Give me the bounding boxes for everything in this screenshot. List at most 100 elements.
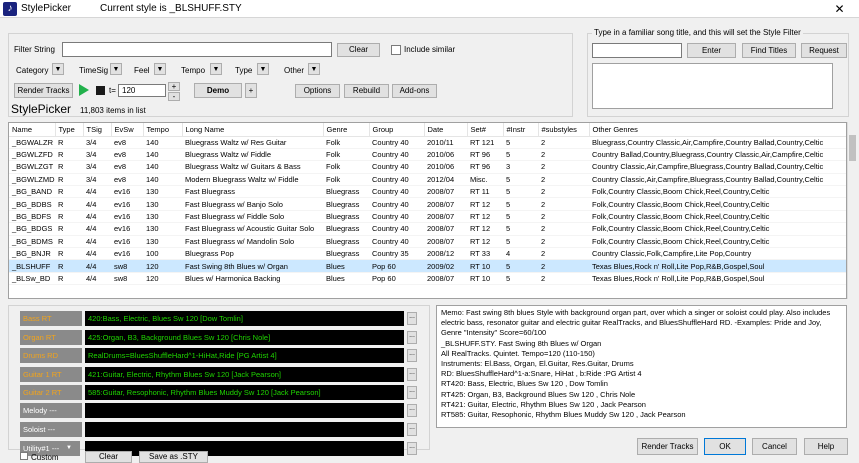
table-cell: _BG_BDFS — [9, 210, 55, 224]
ok-button[interactable]: OK — [704, 438, 746, 455]
track-browse-button[interactable]: ... — [407, 368, 417, 381]
track-label[interactable]: Melody --- — [20, 403, 82, 418]
tempo-plus-button[interactable]: + — [168, 82, 180, 91]
stop-icon[interactable] — [96, 86, 105, 95]
track-browse-button[interactable]: ... — [407, 386, 417, 399]
column-header[interactable]: Tempo — [143, 123, 183, 137]
song-title-input[interactable] — [592, 43, 682, 58]
find-titles-button[interactable]: Find Titles — [742, 43, 796, 58]
table-row[interactable]: _BG_BDFS R 4/4 ev16 130 Fast Bluegrass w/ Fid… — [9, 210, 846, 224]
render-tracks-footer-button[interactable]: Render Tracks — [637, 438, 698, 455]
other-dropdown-icon[interactable]: ▼ — [308, 63, 320, 75]
track-value[interactable] — [85, 403, 404, 418]
table-cell: 130 — [143, 185, 182, 199]
column-header[interactable]: #substyles — [538, 123, 590, 137]
tempo-minus-button[interactable]: - — [168, 92, 180, 101]
options-button[interactable]: Options — [295, 84, 340, 98]
track-browse-button[interactable]: ... — [407, 312, 417, 325]
song-results-list[interactable] — [592, 63, 833, 109]
table-row[interactable]: _BG_BAND R 4/4 ev16 130 Fast Bluegrass Bluegra… — [9, 185, 846, 199]
filter-clear-button[interactable]: Clear — [337, 43, 380, 57]
type-dropdown-icon[interactable]: ▼ — [257, 63, 269, 75]
track-value[interactable]: 421:Guitar, Electric, Rhythm Blues Sw 12… — [85, 367, 404, 382]
memo-line: Memo: Fast swing 8th blues Style with ba… — [441, 308, 831, 338]
column-header[interactable]: Genre — [323, 123, 370, 137]
timesig-dropdown-icon[interactable]: ▼ — [110, 63, 122, 75]
memo-line: RT585: Guitar, Resophonic, Rhythm Blues … — [441, 410, 686, 420]
feel-dropdown-icon[interactable]: ▼ — [154, 63, 166, 75]
track-value[interactable] — [85, 441, 404, 456]
column-header[interactable]: Type — [55, 123, 84, 137]
table-row[interactable]: _BGWLZMD R 3/4 ev8 140 Modern Bluegrass Waltz… — [9, 173, 846, 187]
request-button[interactable]: Request — [801, 43, 847, 58]
table-row[interactable]: _BGWLZFD R 3/4 ev8 140 Bluegrass Waltz w/ Fid… — [9, 148, 846, 162]
demo-plus-button[interactable]: + — [245, 83, 257, 98]
track-value[interactable]: RealDrums=BluesShuffleHard^1-HiHat,Ride … — [85, 348, 404, 363]
utility-dropdown-icon[interactable]: ▼ — [66, 445, 72, 451]
column-header[interactable]: Long Name — [182, 123, 324, 137]
track-browse-button[interactable]: ... — [407, 349, 417, 362]
table-row[interactable]: _BGWLZGT R 3/4 ev8 140 Bluegrass Waltz w/ Gui… — [9, 160, 846, 174]
play-icon[interactable] — [79, 84, 89, 96]
table-row[interactable]: _BGWALZR R 3/4 ev8 140 Bluegrass Waltz w/ Res… — [9, 136, 846, 149]
track-value[interactable]: 585:Guitar, Resophonic, Rhythm Blues Mud… — [85, 385, 404, 400]
table-cell: Bluegrass Waltz w/ Guitars & Bass — [182, 160, 323, 174]
filter-string-input[interactable] — [62, 42, 332, 57]
column-header[interactable]: Date — [424, 123, 468, 137]
track-label[interactable]: Guitar 1 RT — [20, 367, 82, 382]
addons-button[interactable]: Add-ons — [392, 84, 437, 98]
track-label[interactable]: Guitar 2 RT — [20, 385, 82, 400]
table-cell: 120 — [143, 259, 182, 273]
track-browse-button[interactable]: ... — [407, 442, 417, 455]
column-header[interactable]: EvSw — [111, 123, 144, 137]
grid-vertical-scrollbar[interactable] — [847, 122, 857, 299]
table-row[interactable]: _BG_BDBS R 4/4 ev16 130 Fast Bluegrass w/ Ban… — [9, 197, 846, 211]
table-cell: Bluegrass — [323, 222, 369, 236]
track-browse-button[interactable]: ... — [407, 423, 417, 436]
styles-grid[interactable]: Name Type TSig EvSw Tempo Long Name Genre Group… — [8, 122, 847, 299]
track-label[interactable]: Bass RT — [20, 311, 82, 326]
help-button[interactable]: Help — [804, 438, 848, 455]
track-value[interactable]: 420:Bass, Electric, Blues Sw 120 [Dow To… — [85, 311, 404, 326]
track-browse-button[interactable]: ... — [407, 331, 417, 344]
column-header[interactable]: Name — [9, 123, 56, 137]
table-cell: 140 — [143, 160, 182, 174]
table-row[interactable]: _BLSw_BD R 4/4 sw8 120 Blues w/ Harmonica Bac… — [9, 272, 846, 286]
table-row[interactable]: _BG_BDMS R 4/4 ev16 130 Fast Bluegrass w/ Man… — [9, 235, 846, 249]
table-row[interactable]: _BLSHUFF R 4/4 sw8 120 Fast Swing 8th Blues w… — [9, 259, 846, 273]
tempo-t-label: t= — [109, 86, 116, 95]
column-header[interactable]: Set# — [467, 123, 504, 137]
render-tracks-button[interactable]: Render Tracks — [14, 83, 73, 98]
column-header[interactable]: Other Genres — [589, 123, 846, 137]
scrollbar-thumb[interactable] — [849, 135, 856, 161]
track-value[interactable] — [85, 422, 404, 437]
tempo-input[interactable]: 120 — [118, 84, 166, 97]
custom-checkbox[interactable] — [20, 452, 28, 460]
track-value[interactable]: 425:Organ, B3, Background Blues Sw 120 [… — [85, 330, 404, 345]
include-similar-checkbox[interactable] — [391, 45, 401, 55]
close-icon[interactable]: ✕ — [820, 0, 859, 18]
category-dropdown-icon[interactable]: ▼ — [52, 63, 64, 75]
tempo-dropdown-icon[interactable]: ▼ — [210, 63, 222, 75]
column-header[interactable]: Group — [369, 123, 425, 137]
rebuild-button[interactable]: Rebuild — [344, 84, 389, 98]
table-row[interactable]: _BG_BDGS R 4/4 ev16 130 Fast Bluegrass w/ Aco… — [9, 222, 846, 236]
table-cell: Blues — [323, 272, 369, 286]
table-cell: Bluegrass Pop — [182, 247, 323, 261]
table-cell: 3 — [503, 160, 538, 174]
column-header[interactable]: #Instr — [503, 123, 539, 137]
column-header[interactable]: TSig — [83, 123, 112, 137]
tracks-clear-button[interactable]: Clear — [85, 451, 132, 463]
custom-label: Custom — [31, 453, 59, 462]
table-row[interactable]: _BG_BNJR R 4/4 ev16 100 Bluegrass Pop Bluegras… — [9, 247, 846, 261]
track-label[interactable]: Soloist --- — [20, 422, 82, 437]
demo-button[interactable]: Demo — [194, 83, 242, 98]
track-browse-button[interactable]: ... — [407, 404, 417, 417]
table-cell: Bluegrass Waltz w/ Res Guitar — [182, 136, 323, 149]
save-as-sty-button[interactable]: Save as .STY — [139, 451, 208, 463]
enter-button[interactable]: Enter — [687, 43, 736, 58]
table-cell: ev8 — [111, 148, 143, 162]
cancel-button[interactable]: Cancel — [752, 438, 797, 455]
track-label[interactable]: Organ RT — [20, 330, 82, 345]
track-label[interactable]: Drums RD — [20, 348, 82, 363]
